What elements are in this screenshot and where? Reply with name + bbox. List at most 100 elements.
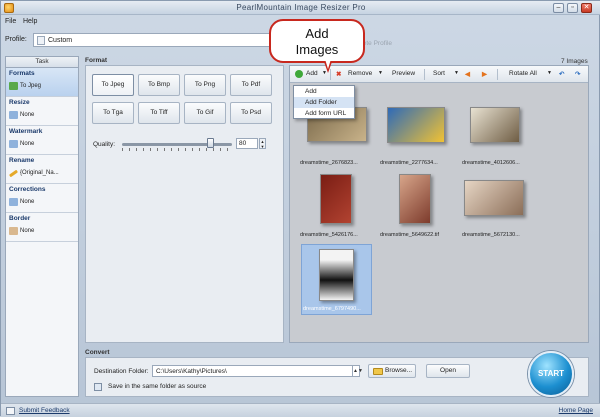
task-corrections[interactable]: Corrections None [6,184,78,213]
thumbnail-caption: dreamstime_6797490... [303,306,361,312]
quality-slider-track[interactable] [122,143,232,146]
format-title: Format [85,57,108,64]
callout-annotation: Add Images [269,19,365,63]
add-button[interactable]: Add [306,70,318,77]
feedback-icon [6,407,15,415]
format-jpeg-button[interactable]: To Jpeg [92,74,134,96]
home-page-link[interactable]: Home Page [559,407,593,414]
browse-label: Browse... [385,367,413,374]
title-bar: PearlMountain Image Resizer Pro – ▫ ✕ [1,1,600,15]
convert-title: Convert [85,349,110,356]
task-name: Border [9,215,31,222]
remove-button[interactable]: Remove [348,70,372,77]
menu-file[interactable]: File [5,18,16,25]
task-name: Corrections [9,186,46,193]
rotate-dropdown-arrow-icon[interactable]: ▼ [547,70,552,76]
format-gif-button[interactable]: To Gif [184,102,226,124]
profile-label: Profile: [5,36,27,43]
task-panel: Task Formats To Jpeg Resize None Waterma… [5,56,79,397]
image-toolbar: Add ▼ ✖ Remove ▼ Preview Sort ▼ ◀ ▶ Rota… [290,66,588,83]
thumbnail-caption: dreamstime_2277634... [380,160,438,166]
open-button[interactable]: Open [426,364,470,378]
task-value: None [20,112,35,118]
close-button[interactable]: ✕ [581,3,592,13]
task-value: To Jpeg [20,83,42,89]
convert-panel: Destination Folder: C:\Users\Kathy\Pictu… [85,357,589,397]
task-value: None [20,199,35,205]
corrections-icon [9,198,18,206]
same-folder-checkbox[interactable] [94,383,102,391]
task-rename[interactable]: Rename {Original_Na... [6,155,78,184]
thumbnail-caption: dreamstime_5672130... [462,232,520,238]
submit-feedback-link[interactable]: Submit Feedback [19,407,70,414]
maximize-button[interactable]: ▫ [567,3,578,13]
quality-spinner[interactable]: ▲ ▼ [259,138,266,149]
callout-line-2: Images [295,42,339,57]
task-resize[interactable]: Resize None [6,97,78,126]
profile-icon [37,36,45,45]
quality-input[interactable]: 80 [236,138,258,149]
task-value: {Original_Na... [20,170,59,176]
thumbnail-caption: dreamstime_5426176... [300,232,358,238]
format-panel: To Jpeg To Bmp To Png To Pdf To Tga To T… [85,65,284,343]
format-tga-button[interactable]: To Tga [92,102,134,124]
move-left-icon[interactable]: ◀ [465,70,470,78]
app-window: PearlMountain Image Resizer Pro – ▫ ✕ Fi… [0,0,600,417]
rotate-right-icon[interactable]: ↷ [575,70,580,78]
sort-button[interactable]: Sort [433,70,445,77]
remove-x-icon: ✖ [336,71,342,78]
menu-item-add[interactable]: Add [294,86,354,97]
thumbnail-image [387,107,445,143]
format-pdf-button[interactable]: To Pdf [230,74,272,96]
window-title: PearlMountain Image Resizer Pro [236,3,366,12]
thumbnail-image [319,249,354,301]
status-bar: Submit Feedback Home Page [1,403,600,417]
add-plus-icon [295,70,303,78]
format-bmp-button[interactable]: To Bmp [138,74,180,96]
destination-folder-input[interactable]: C:\Users\Kathy\Pictures\ [152,365,360,377]
folder-icon [373,368,383,375]
remove-dropdown-arrow-icon[interactable]: ▼ [378,70,383,76]
minimize-button[interactable]: – [553,3,564,13]
thumbnail-caption: dreamstime_2676823... [300,160,358,166]
toolbar-separator [497,69,498,80]
rotate-left-icon[interactable]: ↶ [559,70,564,78]
quality-slider-ticks [122,148,232,151]
thumbnail-image [464,180,524,216]
task-watermark[interactable]: Watermark None [6,126,78,155]
format-psd-button[interactable]: To Psd [230,102,272,124]
add-dropdown-menu: Add Add Folder Add form URL [293,85,355,119]
rotate-all-button[interactable]: Rotate All [509,70,537,77]
start-button[interactable]: START [528,351,574,397]
menu-item-add-folder[interactable]: Add Folder [294,97,354,108]
task-name: Resize [9,99,30,106]
menu-item-add-from-url[interactable]: Add form URL [294,108,354,119]
task-formats[interactable]: Formats To Jpeg [6,68,78,97]
browse-button[interactable]: Browse... [368,364,416,378]
image-count: 7 Images [561,58,588,65]
task-name: Rename [9,157,35,164]
thumbnail-image [320,174,352,224]
pencil-icon [8,169,19,178]
menu-help[interactable]: Help [23,18,37,25]
profile-select[interactable]: Custom [33,33,277,47]
border-icon [9,227,18,235]
resize-icon [9,111,18,119]
thumbnail-image [470,107,520,143]
move-right-icon[interactable]: ▶ [482,70,487,78]
task-value: None [20,141,35,147]
formats-icon [9,82,18,90]
thumbnail-caption: dreamstime_4012606... [462,160,520,166]
sort-dropdown-arrow-icon[interactable]: ▼ [454,70,459,76]
format-png-button[interactable]: To Png [184,74,226,96]
quality-label: Quality: [93,141,116,148]
preview-button[interactable]: Preview [392,70,415,77]
task-name: Watermark [9,128,43,135]
quality-slider-thumb[interactable] [207,138,214,148]
task-header: Task [6,57,78,68]
destination-label: Destination Folder: [94,368,149,375]
format-tiff-button[interactable]: To Tiff [138,102,180,124]
callout-line-1: Add [305,26,329,41]
destination-dropdown-icon[interactable]: ▲▼ [352,365,363,377]
task-border[interactable]: Border None [6,213,78,242]
